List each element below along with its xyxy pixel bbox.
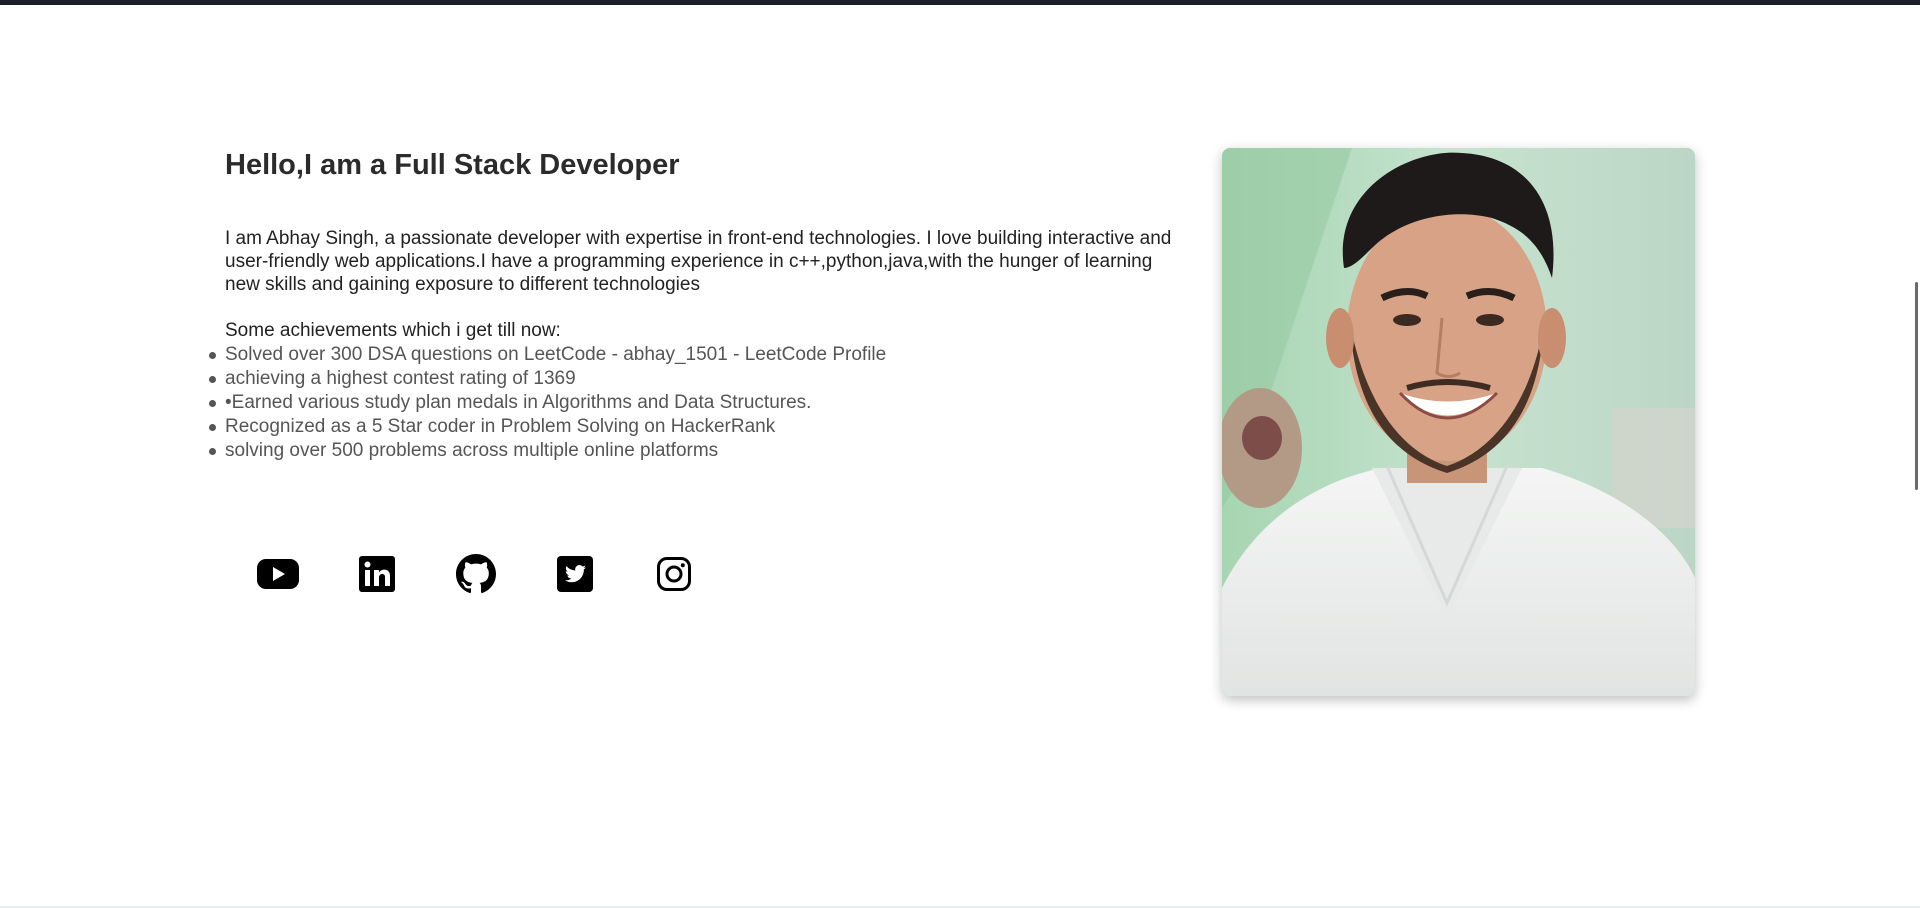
social-links (255, 553, 750, 595)
list-item: achieving a highest contest rating of 13… (209, 367, 1175, 391)
linkedin-link[interactable] (354, 553, 400, 595)
linkedin-icon (359, 556, 395, 592)
page-title: Hello,I am a Full Stack Developer (225, 149, 680, 181)
achievements-heading: Some achievements which i get till now: (225, 320, 561, 341)
bio-paragraph: I am Abhay Singh, a passionate developer… (225, 228, 1172, 295)
youtube-link[interactable] (255, 553, 301, 595)
list-item: solving over 500 problems across multipl… (209, 439, 1175, 463)
youtube-icon (257, 559, 299, 589)
twitter-icon (557, 556, 593, 592)
top-border (0, 0, 1920, 5)
instagram-icon (657, 557, 691, 591)
list-item: •Earned various study plan medals in Alg… (209, 391, 1175, 415)
profile-photo (1222, 148, 1695, 696)
list-item: Solved over 300 DSA questions on LeetCod… (209, 343, 1175, 367)
about-section: Hello,I am a Full Stack Developer I am A… (209, 146, 1175, 463)
list-item: Recognized as a 5 Star coder in Problem … (209, 415, 1175, 439)
achievements-list: Solved over 300 DSA questions on LeetCod… (209, 343, 1175, 463)
instagram-link[interactable] (651, 553, 697, 595)
github-icon (456, 554, 496, 594)
twitter-link[interactable] (552, 553, 598, 595)
scrollbar-thumb[interactable] (1915, 282, 1918, 490)
github-link[interactable] (453, 553, 499, 595)
